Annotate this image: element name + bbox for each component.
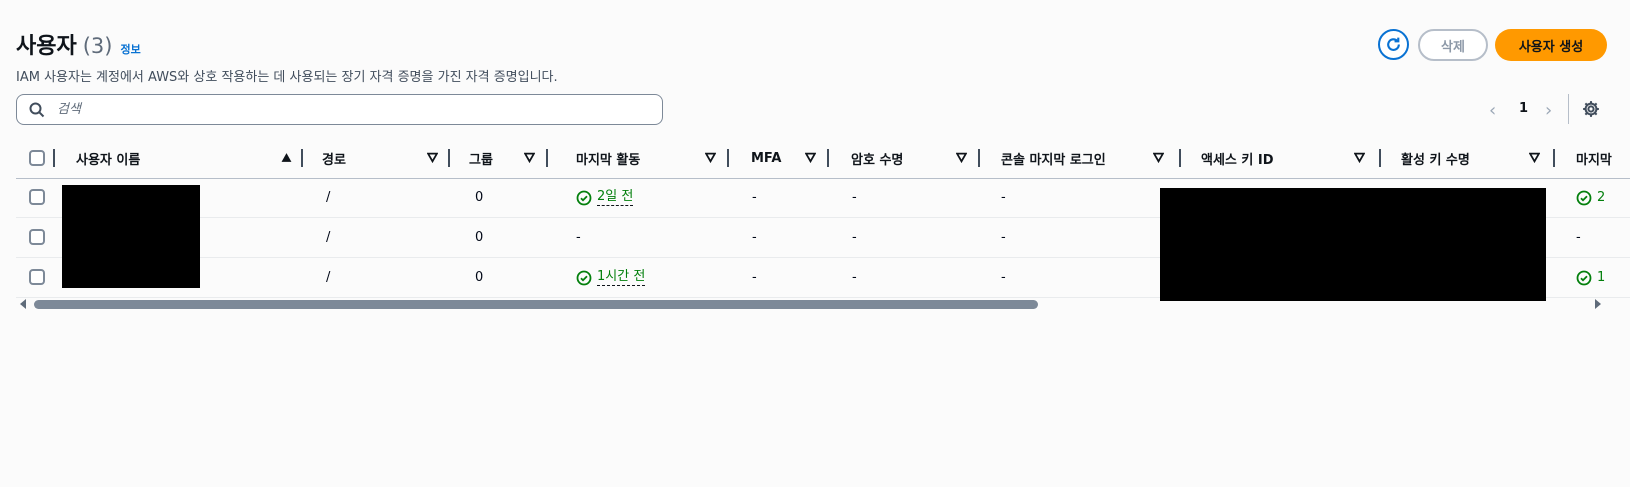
column-divider (448, 149, 450, 167)
user-count: (3) (82, 34, 113, 58)
sort-icon[interactable] (705, 152, 716, 163)
page-title: 사용자 (16, 34, 77, 59)
refresh-button[interactable] (1378, 29, 1409, 60)
horizontal-scrollbar[interactable] (34, 300, 1038, 309)
column-divider (1379, 149, 1381, 167)
previous-page-icon[interactable]: ‹ (1489, 100, 1496, 121)
success-check-icon (576, 190, 592, 205)
page-header: 사용자 (3) 정보 (16, 28, 141, 60)
redacted-access-keys (1160, 188, 1546, 301)
sort-ascending-icon[interactable] (281, 152, 292, 163)
row-checkbox[interactable] (29, 229, 45, 245)
last-col-cell: 1 (1576, 258, 1605, 297)
password-age-cell: - (852, 190, 857, 205)
column-header-access-key-id[interactable]: 액세스 키 ID (1201, 138, 1274, 178)
column-header-last-truncated[interactable]: 마지막 (1576, 138, 1612, 178)
last-col-cell: 2 (1576, 178, 1605, 217)
column-divider (53, 149, 55, 167)
column-divider (1553, 149, 1555, 167)
column-header-password-age[interactable]: 암호 수명 (851, 138, 903, 178)
sort-icon[interactable] (427, 152, 438, 163)
password-age-cell: - (852, 230, 857, 245)
mfa-cell: - (752, 270, 757, 285)
groups-cell: 0 (475, 190, 484, 205)
column-header-last-activity[interactable]: 마지막 활동 (576, 138, 640, 178)
column-header-console-last-login[interactable]: 콘솔 마지막 로그인 (1001, 138, 1106, 178)
last-activity-cell: - (576, 230, 581, 245)
last-activity-text[interactable]: 2일 전 (597, 189, 634, 206)
scroll-left-arrow[interactable] (20, 299, 26, 309)
sort-icon[interactable] (524, 152, 535, 163)
console-last-login-cell: - (1001, 230, 1006, 245)
column-divider (546, 149, 548, 167)
password-age-cell: - (852, 270, 857, 285)
last-col-text: 1 (1597, 270, 1606, 285)
column-divider (978, 149, 980, 167)
search-icon (29, 102, 45, 117)
column-header-path[interactable]: 경로 (322, 138, 346, 178)
path-cell: / (326, 190, 331, 205)
last-activity-cell: 1시간 전 (576, 258, 646, 297)
mfa-cell: - (752, 190, 757, 205)
column-divider (827, 149, 829, 167)
redacted-usernames (62, 185, 200, 288)
path-cell: / (326, 270, 331, 285)
pager-divider (1568, 94, 1569, 124)
table-header: 사용자 이름 경로 그룹 마지막 활동 MFA 암호 수명 콘솔 마지막 로그인… (16, 138, 1630, 179)
last-activity-cell: 2일 전 (576, 178, 634, 217)
sort-icon[interactable] (956, 152, 967, 163)
select-all-checkbox[interactable] (29, 150, 45, 166)
sort-icon[interactable] (1354, 152, 1365, 163)
page-description: IAM 사용자는 계정에서 AWS와 상호 작용하는 데 사용되는 장기 자격 … (16, 70, 558, 85)
sort-icon[interactable] (805, 152, 816, 163)
current-page[interactable]: 1 (1519, 101, 1528, 116)
info-link[interactable]: 정보 (120, 41, 140, 57)
refresh-icon (1387, 37, 1400, 51)
create-user-button[interactable]: 사용자 생성 (1495, 29, 1607, 61)
path-cell: / (326, 230, 331, 245)
row-checkbox[interactable] (29, 269, 45, 285)
success-check-icon (576, 270, 592, 285)
console-last-login-cell: - (1001, 190, 1006, 205)
console-last-login-cell: - (1001, 270, 1006, 285)
column-divider (1179, 149, 1181, 167)
last-col-cell: - (1576, 230, 1581, 245)
groups-cell: 0 (475, 230, 484, 245)
success-check-icon (1576, 270, 1592, 285)
next-page-icon[interactable]: › (1545, 100, 1552, 121)
last-activity-text[interactable]: 1시간 전 (597, 269, 646, 286)
mfa-cell: - (752, 230, 757, 245)
column-divider (727, 149, 729, 167)
delete-button[interactable]: 삭제 (1418, 29, 1488, 61)
column-header-active-key-age[interactable]: 활성 키 수명 (1401, 138, 1470, 178)
last-col-text: 2 (1597, 190, 1606, 205)
groups-cell: 0 (475, 270, 484, 285)
column-header-groups[interactable]: 그룹 (469, 138, 493, 178)
scroll-right-arrow[interactable] (1595, 299, 1601, 309)
gear-icon[interactable] (1582, 100, 1600, 118)
success-check-icon (1576, 190, 1592, 205)
column-divider (301, 149, 303, 167)
sort-icon[interactable] (1529, 152, 1540, 163)
row-checkbox[interactable] (29, 189, 45, 205)
column-header-mfa[interactable]: MFA (751, 138, 781, 178)
search-field[interactable] (16, 94, 663, 125)
sort-icon[interactable] (1153, 152, 1164, 163)
search-input[interactable] (55, 101, 639, 118)
column-header-username[interactable]: 사용자 이름 (76, 138, 140, 178)
